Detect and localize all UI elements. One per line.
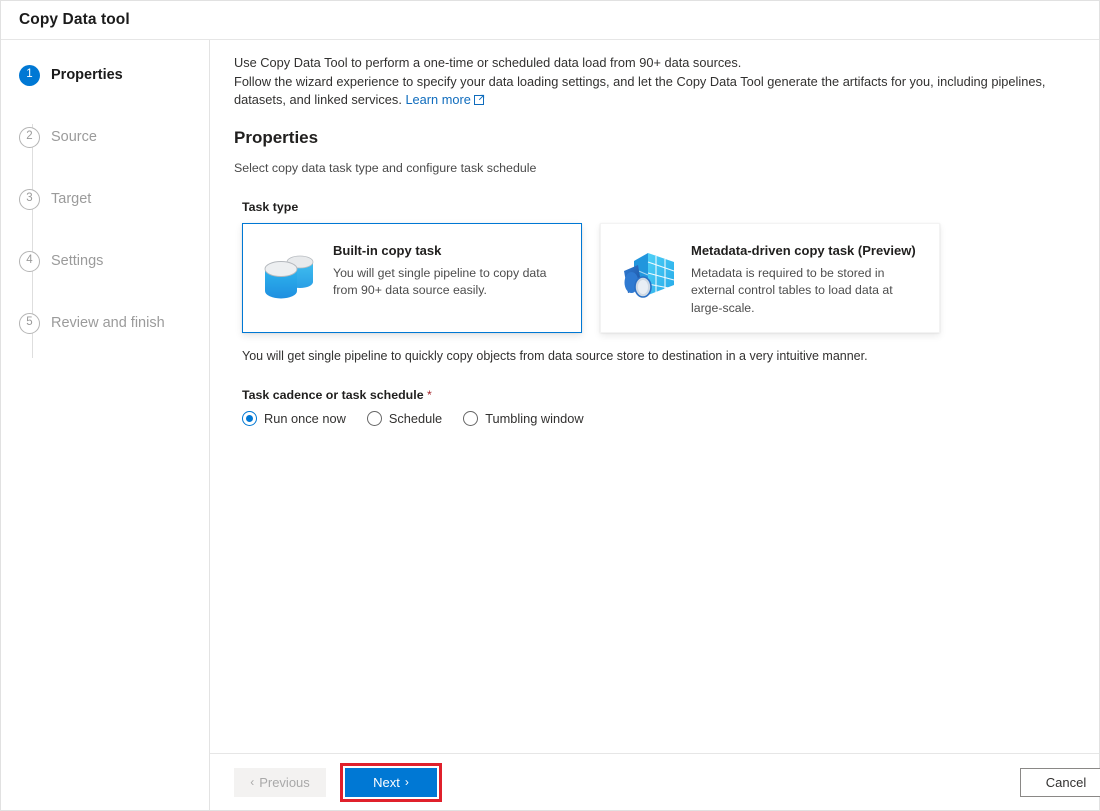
required-asterisk: * <box>427 387 432 402</box>
content-scroll-area: Use Copy Data Tool to perform a one-time… <box>210 40 1099 753</box>
external-link-icon <box>473 92 485 111</box>
next-button[interactable]: Next › <box>345 767 437 797</box>
window-body: 1 Properties 2 Source 3 Target 4 Setting… <box>1 40 1100 810</box>
radio-schedule[interactable]: Schedule <box>366 410 443 426</box>
sidebar-step-properties[interactable]: 1 Properties <box>19 60 209 90</box>
chevron-right-icon: › <box>404 775 409 789</box>
step-label: Properties <box>51 67 123 83</box>
step-label: Source <box>51 129 97 145</box>
radio-run-once-now[interactable]: Run once now <box>242 410 346 426</box>
card-text-block: Built-in copy task You will get single p… <box>333 240 565 300</box>
card-title: Built-in copy task <box>333 242 442 258</box>
radio-label: Tumbling window <box>485 410 584 426</box>
card-title: Metadata-driven copy task (Preview) <box>691 242 916 258</box>
metadata-table-funnel-icon <box>617 246 679 308</box>
learn-more-link[interactable]: Learn more <box>405 92 470 107</box>
window-title: Copy Data tool <box>19 11 130 28</box>
copy-data-tool-window: Copy Data tool 1 Properties 2 Source 3 T… <box>0 0 1100 811</box>
task-type-label: Task type <box>242 199 299 214</box>
step-label: Review and finish <box>51 315 165 331</box>
radio-label: Schedule <box>388 410 443 426</box>
page-title: Properties <box>234 127 319 147</box>
task-type-card-group: Built-in copy task You will get single p… <box>242 222 1079 333</box>
next-button-highlight-box: Next › <box>340 762 442 802</box>
sidebar-step-review-and-finish[interactable]: 5 Review and finish <box>19 308 209 338</box>
step-number-badge: 5 <box>19 312 40 334</box>
window-titlebar: Copy Data tool <box>1 1 1099 40</box>
radio-mark-icon <box>242 410 257 426</box>
step-number-badge: 1 <box>19 64 40 86</box>
cancel-button[interactable]: Cancel <box>1020 767 1100 797</box>
main-content: Use Copy Data Tool to perform a one-time… <box>210 40 1100 810</box>
radio-mark-icon <box>463 410 479 426</box>
task-cadence-label-text: Task cadence or task schedule <box>242 387 424 402</box>
previous-button-label: Previous <box>259 774 310 790</box>
sidebar-step-source[interactable]: 2 Source <box>19 122 209 152</box>
card-description: Metadata is required to be stored in ext… <box>691 265 893 315</box>
task-cadence-label: Task cadence or task schedule * <box>242 388 1079 402</box>
wizard-footer: ‹ Previous Next › Cancel <box>210 753 1100 810</box>
step-label: Target <box>51 191 92 207</box>
intro-line-2: Follow the wizard experience to specify … <box>234 73 1046 108</box>
step-number-badge: 2 <box>19 126 40 148</box>
radio-mark-icon <box>366 410 382 426</box>
sidebar-step-target[interactable]: 3 Target <box>19 184 209 214</box>
cancel-button-label: Cancel <box>1045 774 1087 790</box>
step-number-badge: 3 <box>19 188 40 210</box>
task-cadence-radio-group: Run once now Schedule Tumbling window <box>242 410 1079 426</box>
section-subtitle: Select copy data task type and configure… <box>234 160 537 175</box>
task-type-card-metadata-driven-copy[interactable]: Metadata-driven copy task (Preview) Meta… <box>600 222 940 333</box>
chevron-left-icon: ‹ <box>250 775 255 789</box>
intro-text-block: Use Copy Data Tool to perform a one-time… <box>234 54 1079 111</box>
next-button-label: Next <box>373 774 400 790</box>
step-label: Settings <box>51 253 104 269</box>
previous-button[interactable]: ‹ Previous <box>234 767 326 797</box>
task-type-note: You will get single pipeline to quickly … <box>242 348 868 363</box>
card-text-block: Metadata-driven copy task (Preview) Meta… <box>691 240 923 318</box>
radio-label: Run once now <box>264 410 346 426</box>
task-type-card-builtin-copy[interactable]: Built-in copy task You will get single p… <box>242 222 582 333</box>
card-description: You will get single pipeline to copy dat… <box>333 265 547 298</box>
step-number-badge: 4 <box>19 250 40 272</box>
wizard-sidebar: 1 Properties 2 Source 3 Target 4 Setting… <box>1 40 210 810</box>
radio-tumbling-window[interactable]: Tumbling window <box>463 410 584 426</box>
sidebar-step-settings[interactable]: 4 Settings <box>19 246 209 276</box>
intro-line-1: Use Copy Data Tool to perform a one-time… <box>234 55 742 70</box>
database-cylinders-icon <box>259 246 321 308</box>
